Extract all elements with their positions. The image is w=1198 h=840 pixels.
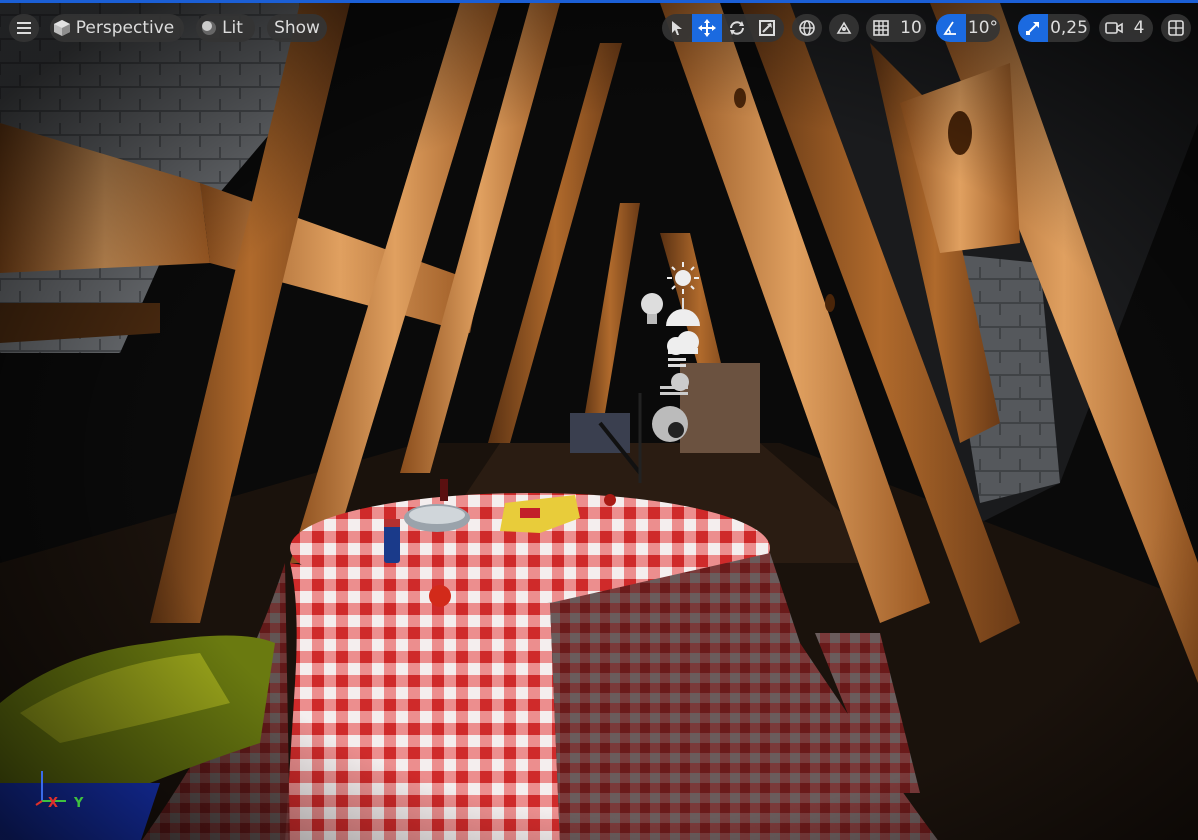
level-viewport[interactable]: X Y Perspective Lit Show 10 10° 0,25 4: [0, 0, 1198, 840]
world-local-toggle-button[interactable]: [792, 14, 822, 42]
grid-snap-value[interactable]: 10: [896, 14, 926, 42]
camera-speed-group[interactable]: 4: [1099, 14, 1153, 42]
scale-snap-toggle[interactable]: [1018, 14, 1048, 42]
camera-speed-value[interactable]: 4: [1129, 14, 1149, 42]
scale-tool-button[interactable]: [752, 14, 782, 42]
perspective-view-button[interactable]: Perspective: [50, 14, 184, 42]
camera-speed-toggle[interactable]: [1099, 14, 1129, 42]
reflection-sphere-icon[interactable]: [652, 406, 688, 442]
lightbulb-icon[interactable]: [641, 293, 663, 324]
grid-icon: [873, 20, 889, 36]
viewport-menu-button[interactable]: [9, 14, 39, 42]
cloud-icon[interactable]: [667, 331, 699, 367]
rotate-tool-button[interactable]: [722, 14, 752, 42]
viewport-layout-button[interactable]: [1161, 14, 1191, 42]
globe-icon: [799, 20, 815, 36]
sky-dome-icon[interactable]: [666, 298, 700, 326]
show-label: Show: [274, 18, 320, 38]
camera-icon: [1105, 22, 1123, 34]
scale-icon: [759, 20, 775, 36]
scale-snap-value[interactable]: 0,25: [1048, 14, 1090, 42]
rotation-snap-group[interactable]: 10°: [936, 14, 1000, 42]
axis-x-label: X: [48, 796, 59, 811]
rotate-icon: [730, 21, 744, 35]
3d-scene-render[interactable]: [0, 3, 1198, 840]
select-tool-button[interactable]: [662, 14, 692, 42]
scale-snap-icon: [1026, 22, 1039, 35]
scale-snap-group[interactable]: 0,25: [1018, 14, 1090, 42]
grid-snap-toggle[interactable]: [866, 14, 896, 42]
view-mode-label: Perspective: [75, 18, 175, 38]
hamburger-icon: [17, 22, 31, 34]
layout-grid-icon: [1168, 20, 1184, 36]
scene-helper-icons: [641, 262, 700, 442]
transform-tools-group: [662, 14, 784, 42]
select-arrow-icon: [672, 21, 682, 35]
lighting-mode-label: Lit: [222, 18, 243, 38]
fog-icon[interactable]: [660, 373, 689, 395]
lit-mode-button[interactable]: Lit: [196, 14, 255, 42]
cube-icon: [53, 20, 70, 36]
surface-snap-button[interactable]: [829, 14, 859, 42]
surface-snap-icon: [836, 21, 852, 34]
angle-icon: [943, 21, 956, 35]
lit-sphere-icon: [202, 21, 217, 35]
viewport-toolbar: Perspective Lit Show 10 10° 0,25 4: [0, 11, 1198, 45]
rotation-snap-value[interactable]: 10°: [966, 14, 1000, 42]
move-tool-button[interactable]: [692, 14, 722, 42]
move-icon: [698, 19, 716, 37]
axis-y-label: Y: [74, 796, 84, 811]
sun-icon[interactable]: [667, 262, 699, 294]
show-flags-button[interactable]: Show: [267, 14, 327, 42]
grid-snap-group[interactable]: 10: [866, 14, 926, 42]
rotation-snap-toggle[interactable]: [936, 14, 966, 42]
axis-gizmo: [35, 771, 66, 806]
